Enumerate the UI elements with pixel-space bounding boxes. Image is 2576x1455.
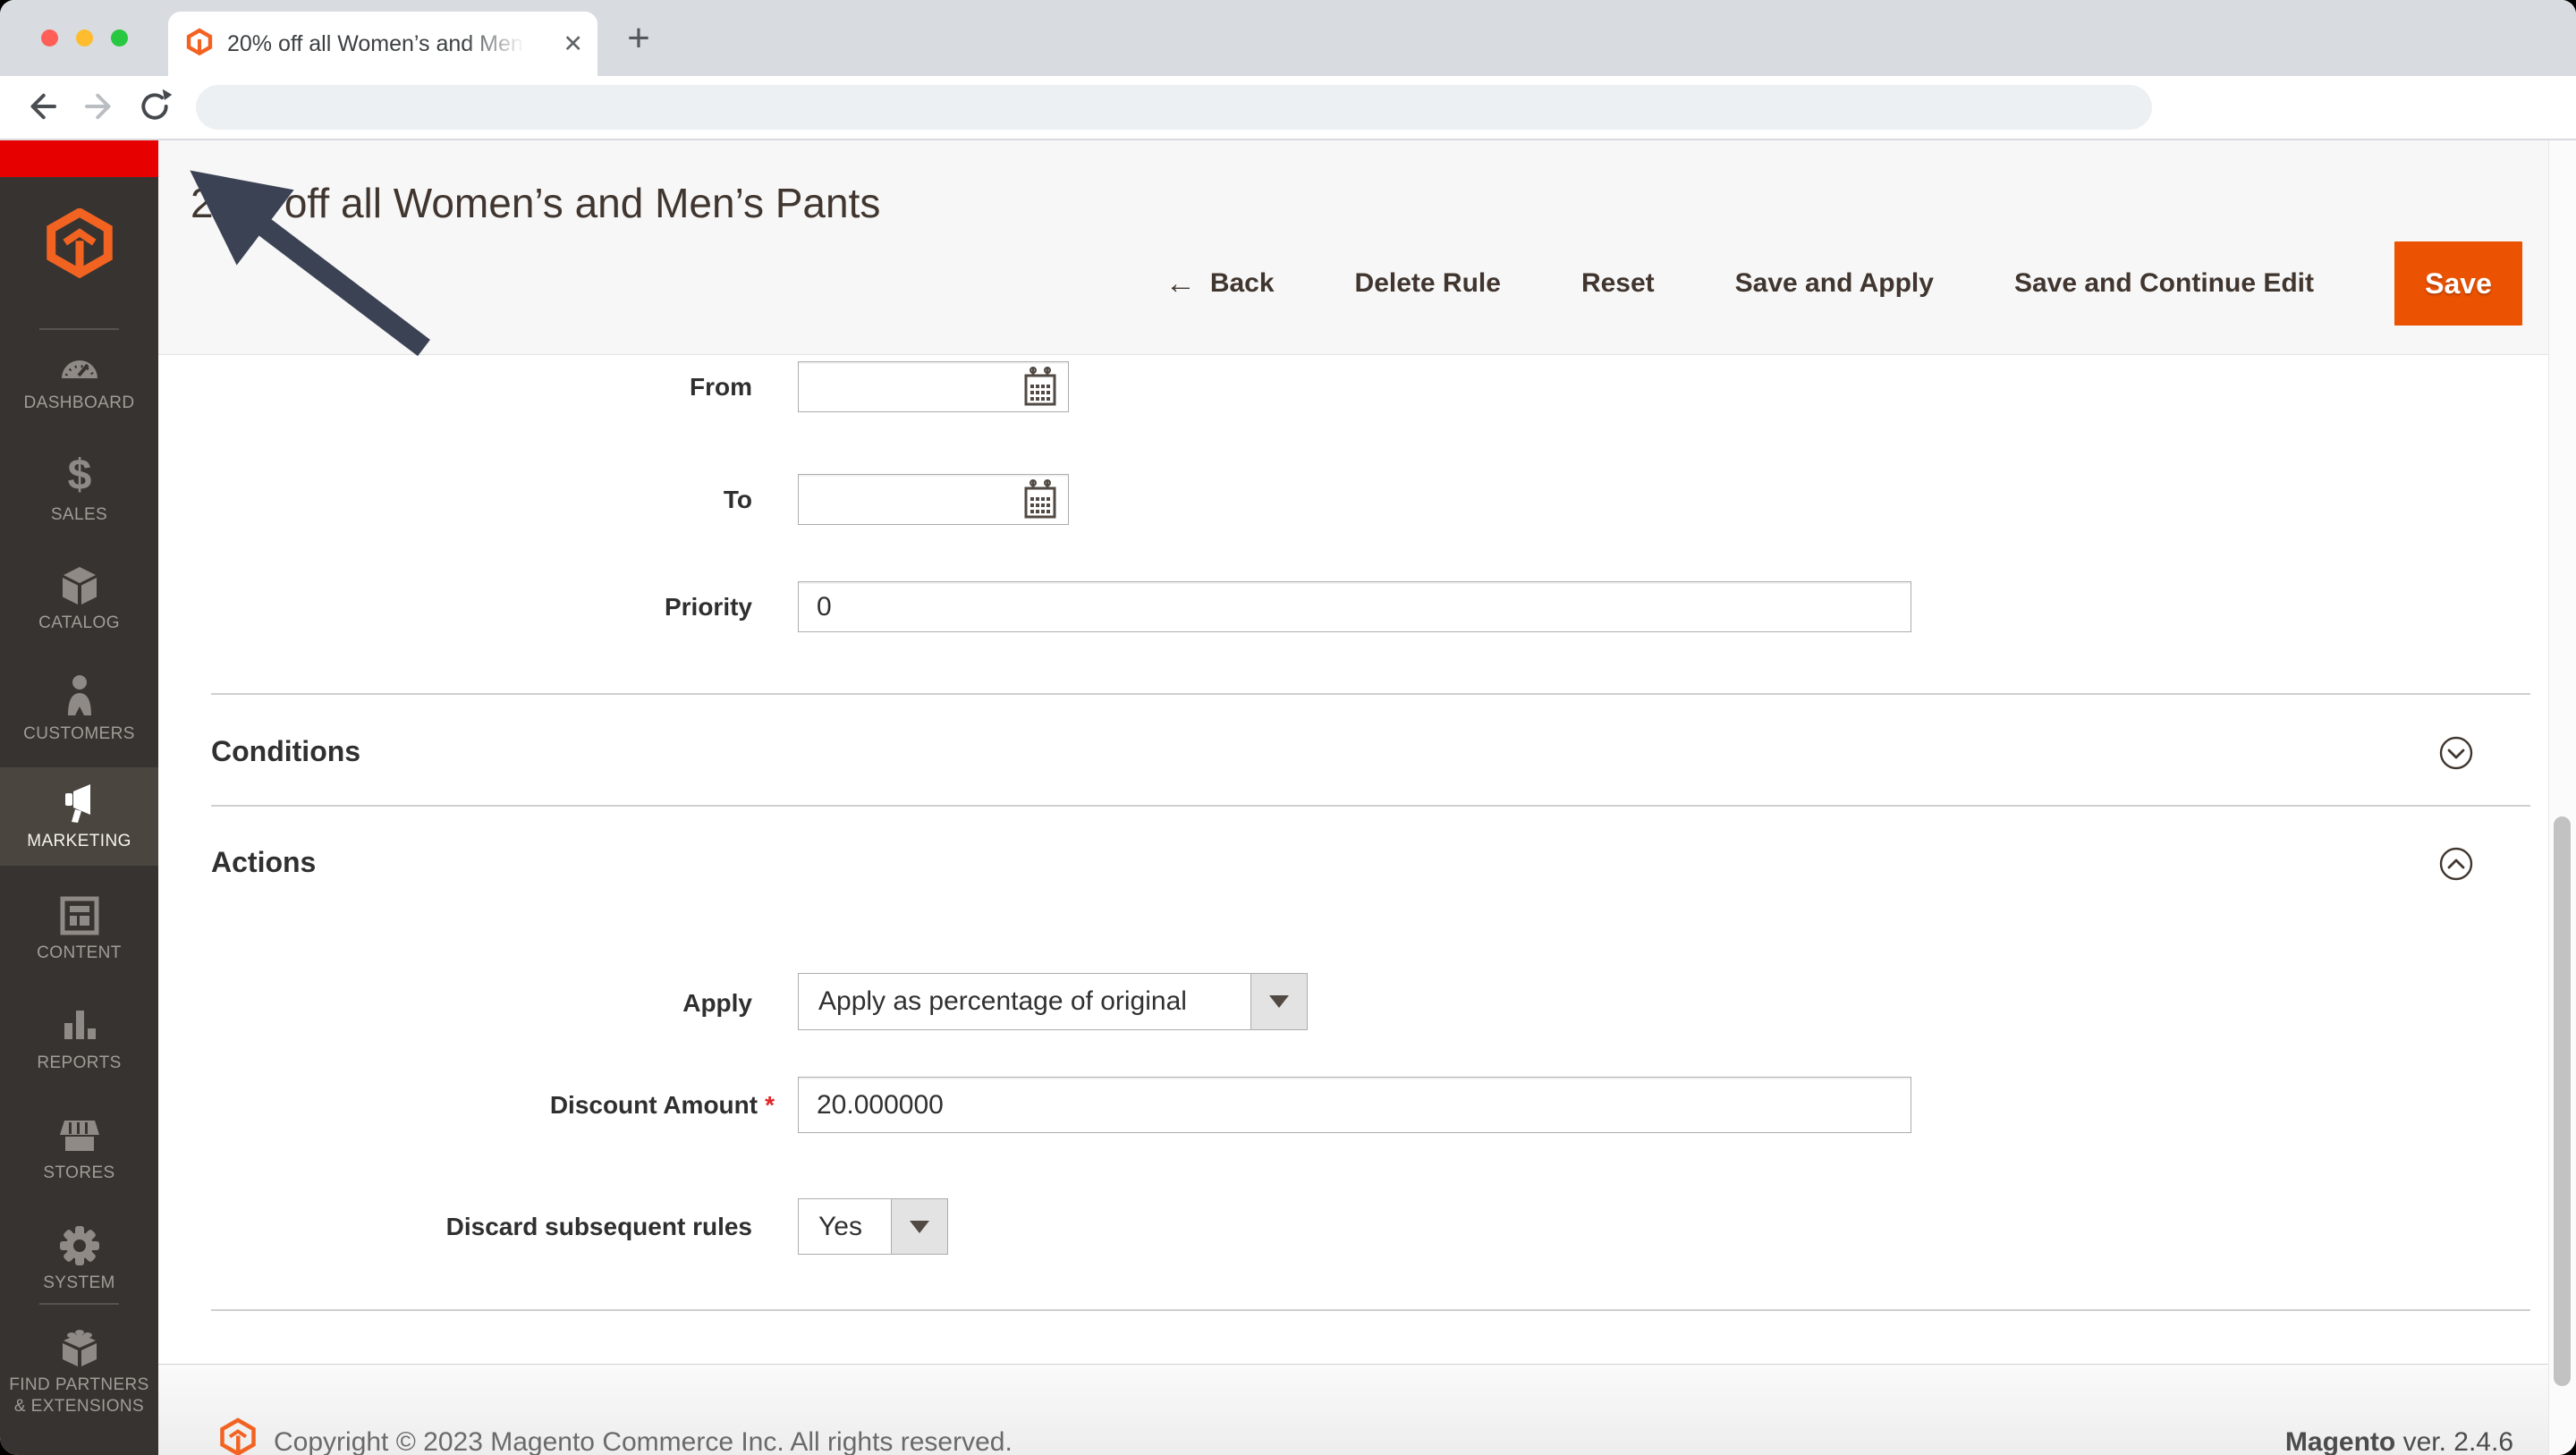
discard-subsequent-select[interactable]: Yes bbox=[798, 1198, 948, 1255]
stores-shop-icon bbox=[59, 1121, 99, 1151]
close-tab-icon[interactable]: ✕ bbox=[563, 30, 583, 58]
forward-icon[interactable] bbox=[80, 88, 118, 125]
sidebar-item-system[interactable]: SYSTEM bbox=[0, 1210, 158, 1308]
sidebar-item-label: SYSTEM bbox=[43, 1273, 115, 1292]
sidebar-item-marketing[interactable]: MARKETING bbox=[0, 767, 158, 866]
version-brand: Magento bbox=[2284, 1427, 2396, 1455]
apply-select[interactable]: Apply as percentage of original bbox=[798, 973, 1308, 1030]
browser-tab[interactable]: 20% off all Women’s and Men’s Pants ✕ bbox=[168, 12, 597, 76]
tab-strip: 20% off all Women’s and Men’s Pants ✕ + bbox=[0, 0, 2576, 76]
sidebar-item-sales[interactable]: $ SALES bbox=[0, 440, 158, 538]
reports-chart-icon bbox=[64, 1011, 96, 1039]
discount-amount-input[interactable] bbox=[798, 1077, 1911, 1133]
version-text: Magento ver. 2.4.6 bbox=[2285, 1427, 2513, 1455]
sidebar-item-label: REPORTS bbox=[37, 1053, 122, 1072]
discard-subsequent-label: Discard subsequent rules bbox=[445, 1213, 752, 1240]
apply-select-arrow[interactable] bbox=[1250, 974, 1307, 1029]
sidebar-item-reports[interactable]: REPORTS bbox=[0, 990, 158, 1088]
scrollbar-track[interactable] bbox=[2548, 140, 2576, 1455]
marketing-megaphone-icon bbox=[64, 784, 90, 823]
traffic-zoom-icon[interactable] bbox=[111, 30, 128, 47]
back-button[interactable]: ← Back bbox=[1165, 266, 1275, 301]
new-tab-button[interactable]: + bbox=[615, 15, 662, 62]
section-divider bbox=[211, 805, 2530, 807]
sidebar-item-label: CATALOG bbox=[38, 613, 120, 632]
scrollbar-thumb[interactable] bbox=[2554, 816, 2571, 1386]
conditions-expand-icon[interactable] bbox=[2438, 735, 2474, 771]
sidebar-item-content[interactable]: CONTENT bbox=[0, 880, 158, 978]
sidebar-item-label: STORES bbox=[43, 1163, 115, 1182]
discard-select-value: Yes bbox=[818, 1211, 862, 1241]
back-button-label: Back bbox=[1209, 268, 1275, 298]
save-button[interactable]: Save bbox=[2394, 241, 2522, 326]
content-bottom-divider bbox=[211, 1309, 2530, 1311]
sidebar-item-find-partners[interactable]: FIND PARTNERS & EXTENSIONS bbox=[0, 1319, 158, 1426]
actions-section-title: Actions bbox=[211, 846, 317, 878]
sidebar-item-label-line1: FIND PARTNERS bbox=[9, 1375, 149, 1394]
discount-amount-label-text: Discount Amount bbox=[549, 1091, 758, 1119]
from-calendar-icon[interactable] bbox=[1022, 367, 1058, 408]
extensions-brick-icon bbox=[62, 1330, 97, 1366]
priority-input[interactable] bbox=[798, 581, 1911, 632]
sales-dollar-icon: $ bbox=[67, 453, 91, 498]
save-and-continue-button[interactable]: Save and Continue Edit bbox=[2014, 268, 2314, 299]
actions-collapse-icon[interactable] bbox=[2438, 846, 2474, 882]
sidebar-item-catalog[interactable]: CATALOG bbox=[0, 550, 158, 648]
reset-button[interactable]: Reset bbox=[1581, 268, 1655, 299]
magento-footer-icon bbox=[218, 1417, 258, 1455]
svg-text:$: $ bbox=[67, 453, 91, 498]
refresh-icon[interactable] bbox=[136, 88, 174, 125]
sidebar-item-label: SALES bbox=[50, 505, 108, 524]
sidebar-item-stores[interactable]: STORES bbox=[0, 1100, 158, 1198]
sidebar-divider bbox=[39, 1303, 119, 1305]
to-calendar-icon[interactable] bbox=[1022, 479, 1058, 520]
browser-window: 20% off all Women’s and Men’s Pants ✕ + bbox=[0, 0, 2576, 1455]
version-number: ver. 2.4.6 bbox=[2395, 1427, 2513, 1455]
sidebar-item-label: CUSTOMERS bbox=[23, 724, 135, 743]
discard-select-arrow[interactable] bbox=[891, 1199, 947, 1254]
tab-title: 20% off all Women’s and Men’s Pants bbox=[227, 30, 531, 56]
apply-label: Apply bbox=[682, 989, 752, 1017]
save-and-apply-button[interactable]: Save and Apply bbox=[1735, 268, 1934, 299]
content-layout-icon bbox=[60, 896, 98, 935]
copyright-text: Copyright © 2023 Magento Commerce Inc. A… bbox=[274, 1427, 1013, 1455]
sidebar-item-label-line2: & EXTENSIONS bbox=[13, 1397, 145, 1416]
dropdown-triangle-icon bbox=[910, 1220, 929, 1233]
page-actions-bar: ← Back Delete Rule Reset Save and Apply … bbox=[1165, 241, 2522, 326]
system-gear-icon bbox=[59, 1226, 99, 1265]
back-arrow-icon: ← bbox=[1165, 266, 1196, 300]
sidebar-item-label: DASHBOARD bbox=[23, 393, 135, 412]
to-label: To bbox=[723, 486, 752, 513]
traffic-minimize-icon[interactable] bbox=[76, 30, 93, 47]
section-divider bbox=[211, 693, 2530, 695]
traffic-close-icon[interactable] bbox=[41, 30, 58, 47]
delete-rule-button[interactable]: Delete Rule bbox=[1355, 268, 1501, 299]
conditions-section-title: Conditions bbox=[211, 735, 361, 767]
sidebar-item-label: CONTENT bbox=[37, 943, 122, 962]
form-content bbox=[158, 355, 2548, 1455]
dashboard-gauge-icon bbox=[61, 360, 97, 378]
customers-person-icon bbox=[67, 675, 91, 715]
address-bar[interactable] bbox=[196, 85, 2152, 130]
back-icon[interactable] bbox=[23, 88, 61, 125]
catalog-box-icon bbox=[62, 567, 97, 605]
magento-logo-icon[interactable] bbox=[40, 207, 119, 283]
priority-label: Priority bbox=[664, 593, 752, 621]
discount-amount-label: Discount Amount * bbox=[358, 1091, 775, 1120]
sidebar-item-label: MARKETING bbox=[27, 832, 131, 850]
apply-select-value: Apply as percentage of original bbox=[818, 986, 1187, 1016]
sidebar-item-customers[interactable]: CUSTOMERS bbox=[0, 660, 158, 758]
magento-favicon-icon bbox=[186, 27, 213, 62]
dropdown-triangle-icon bbox=[1269, 995, 1289, 1008]
annotation-arrow-icon bbox=[190, 170, 430, 357]
required-asterisk: * bbox=[765, 1091, 775, 1119]
